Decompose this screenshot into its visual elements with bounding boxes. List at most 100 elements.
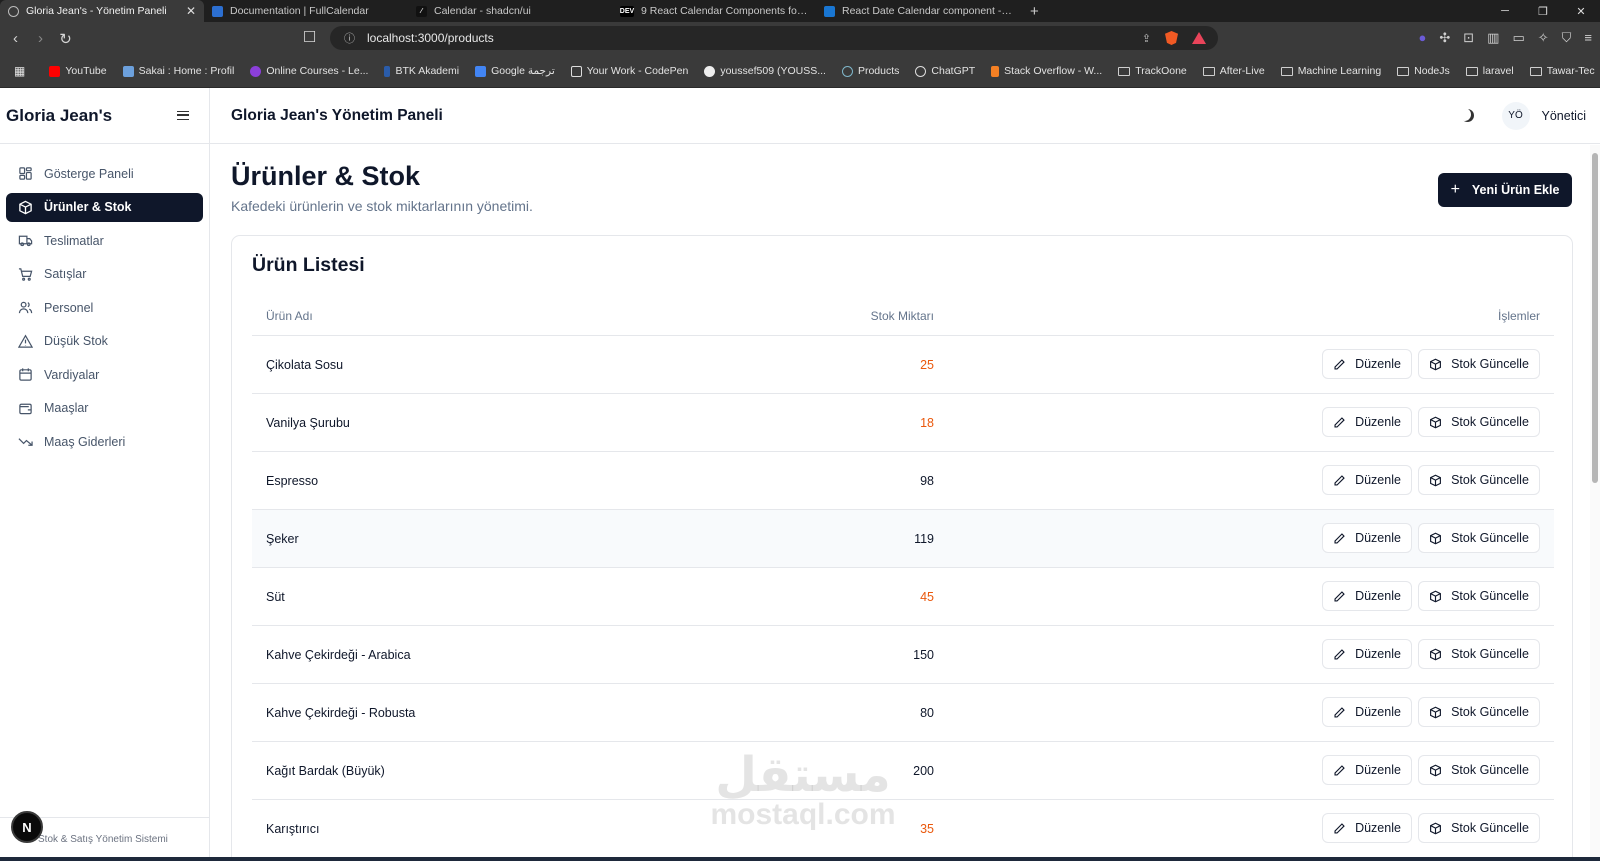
sidebar-item-label: Ürünler & Stok — [44, 200, 132, 214]
browser-tab[interactable]: DEV 9 React Calendar Components for Yo — [612, 0, 816, 22]
page-scrollbar[interactable] — [1590, 145, 1600, 861]
sidebar-item-sales[interactable]: Satışlar — [6, 260, 203, 289]
avatar[interactable]: YÖ — [1501, 101, 1530, 130]
google-translate-icon — [475, 65, 487, 77]
wallet-icon[interactable]: ▭ — [1512, 30, 1524, 46]
edit-button[interactable]: Düzenle — [1322, 697, 1412, 727]
reload-icon[interactable]: ↻ — [53, 30, 78, 48]
nextjs-badge[interactable]: N — [11, 811, 43, 843]
update-stock-button[interactable]: Stok Güncelle — [1418, 639, 1540, 669]
sidebar-item-deliveries[interactable]: Teslimatlar — [6, 226, 203, 255]
sidebar: Gloria Jean's Gösterge Paneli Ürünler & … — [0, 88, 210, 861]
menu-icon[interactable]: ≡ — [1584, 30, 1592, 46]
window-controls: ─ ❐ ✕ — [1486, 5, 1600, 18]
pencil-icon — [1333, 764, 1346, 777]
update-stock-button[interactable]: Stok Güncelle — [1418, 581, 1540, 611]
edit-label: Düzenle — [1355, 821, 1401, 835]
bookmark-folder[interactable]: NodeJs — [1389, 65, 1458, 77]
browser-tab[interactable]: React Date Calendar component - M — [816, 0, 1020, 22]
edit-button[interactable]: Düzenle — [1322, 523, 1412, 553]
cart-icon — [18, 267, 33, 281]
sidebar-item-products[interactable]: Ürünler & Stok — [6, 192, 203, 222]
edit-button[interactable]: Düzenle — [1322, 813, 1412, 843]
close-window-icon[interactable]: ✕ — [1562, 5, 1600, 18]
leo-icon[interactable]: ✧ — [1538, 30, 1549, 46]
browser-tab[interactable]: ⁄ Calendar - shadcn/ui — [408, 0, 612, 22]
screenshot-icon[interactable]: ⊡ — [1463, 30, 1474, 46]
sidebar-item-low-stock[interactable]: Düşük Stok — [6, 327, 203, 356]
bookmark-item[interactable]: YouTube — [41, 65, 114, 77]
restore-icon[interactable]: ❐ — [1524, 5, 1562, 18]
extensions-icon[interactable]: ✣ — [1439, 30, 1450, 46]
folder-icon — [1280, 66, 1293, 76]
main-content: Ürünler & Stok Kafedeki ürünlerin ve sto… — [210, 145, 1590, 861]
bookmark-item[interactable]: youssef509 (YOUSS... — [696, 65, 834, 77]
user-name[interactable]: Yönetici — [1542, 109, 1586, 123]
edit-button[interactable]: Düzenle — [1322, 581, 1412, 611]
bookmark-folder[interactable]: Machine Learning — [1273, 65, 1389, 77]
bookmark-item[interactable]: Your Work - CodePen — [563, 65, 697, 77]
share-icon[interactable]: ⇪ — [1142, 32, 1151, 45]
add-product-button[interactable]: + Yeni Ürün Ekle — [1438, 173, 1572, 207]
apps-icon[interactable]: ▦ — [6, 64, 41, 78]
new-tab-icon[interactable]: + — [1020, 3, 1049, 20]
pencil-icon — [1333, 822, 1346, 835]
url-text: localhost:3000/products — [367, 31, 494, 45]
edit-button[interactable]: Düzenle — [1322, 755, 1412, 785]
minimize-icon[interactable]: ─ — [1486, 5, 1524, 18]
forward-icon[interactable]: › — [28, 30, 53, 47]
bookmark-folder[interactable]: laravel — [1458, 65, 1522, 77]
sidebar-item-salaries[interactable]: Maaşlar — [6, 394, 203, 423]
browser-tab[interactable]: Gloria Jean's - Yönetim Paneli ✕ — [0, 0, 204, 22]
product-name: Süt — [266, 590, 285, 604]
scrollbar-thumb[interactable] — [1592, 153, 1598, 483]
edit-label: Düzenle — [1355, 357, 1401, 371]
update-stock-button[interactable]: Stok Güncelle — [1418, 407, 1540, 437]
sidebar-item-shifts[interactable]: Vardiyalar — [6, 360, 203, 389]
folder-icon — [1202, 66, 1215, 76]
update-stock-button[interactable]: Stok Güncelle — [1418, 697, 1540, 727]
back-icon[interactable]: ‹ — [3, 30, 28, 47]
site-info-icon[interactable]: ⓘ — [344, 30, 355, 46]
edit-button[interactable]: Düzenle — [1322, 349, 1412, 379]
header-title: Gloria Jean's Yönetim Paneli — [231, 106, 443, 124]
update-stock-button[interactable]: Stok Güncelle — [1418, 465, 1540, 495]
sidebar-item-salary-expenses[interactable]: Maaş Giderleri — [6, 427, 203, 456]
theme-toggle-icon[interactable] — [1461, 109, 1474, 122]
sidebar-toggle-icon[interactable]: ▥ — [1487, 30, 1499, 46]
update-stock-button[interactable]: Stok Güncelle — [1418, 813, 1540, 843]
bookmark-folder[interactable]: After-Live — [1195, 65, 1273, 77]
menu-toggle-icon[interactable] — [177, 111, 189, 120]
vpn-icon[interactable]: ● — [1418, 30, 1426, 46]
bookmark-item[interactable]: Google ترجمة — [467, 65, 563, 77]
brave-rewards-icon[interactable] — [1192, 32, 1206, 44]
vpn-shield-icon[interactable]: ⛉ — [1562, 30, 1572, 46]
bookmark-icon[interactable]: ☐ — [297, 28, 322, 46]
bookmark-item[interactable]: ChatGPT — [907, 65, 983, 77]
sidebar-item-staff[interactable]: Personel — [6, 293, 203, 322]
sidebar-item-dashboard[interactable]: Gösterge Paneli — [6, 159, 203, 188]
table-row: Kağıt Bardak (Büyük) 200 Düzenle Stok Günce… — [252, 742, 1554, 800]
update-stock-button[interactable]: Stok Güncelle — [1418, 755, 1540, 785]
bookmark-folder[interactable]: Tawar-Tec — [1522, 65, 1600, 77]
bookmark-item[interactable]: BTK Akademi — [376, 65, 467, 77]
browser-tab[interactable]: Documentation | FullCalendar — [204, 0, 408, 22]
bookmark-folder[interactable]: TrackOone — [1110, 65, 1195, 77]
package-icon — [1429, 822, 1442, 835]
column-header-actions: İşlemler — [1497, 309, 1540, 323]
bookmark-item[interactable]: Online Courses - Le... — [242, 65, 376, 77]
sidebar-item-label: Gösterge Paneli — [44, 166, 134, 181]
edit-button[interactable]: Düzenle — [1322, 639, 1412, 669]
close-tab-icon[interactable]: ✕ — [186, 4, 196, 18]
edit-button[interactable]: Düzenle — [1322, 407, 1412, 437]
stock-quantity: 25 — [920, 358, 934, 372]
bookmark-item[interactable]: Stack Overflow - W... — [983, 65, 1110, 77]
bookmark-item[interactable]: Sakai : Home : Profil — [115, 65, 243, 77]
brave-shield-icon[interactable] — [1165, 31, 1178, 45]
update-stock-button[interactable]: Stok Güncelle — [1418, 523, 1540, 553]
sidebar-item-label: Vardiyalar — [44, 367, 100, 382]
address-bar[interactable]: ⓘ localhost:3000/products ⇪ — [330, 26, 1218, 50]
bookmark-item[interactable]: Products — [834, 65, 907, 77]
edit-button[interactable]: Düzenle — [1322, 465, 1412, 495]
update-stock-button[interactable]: Stok Güncelle — [1418, 349, 1540, 379]
